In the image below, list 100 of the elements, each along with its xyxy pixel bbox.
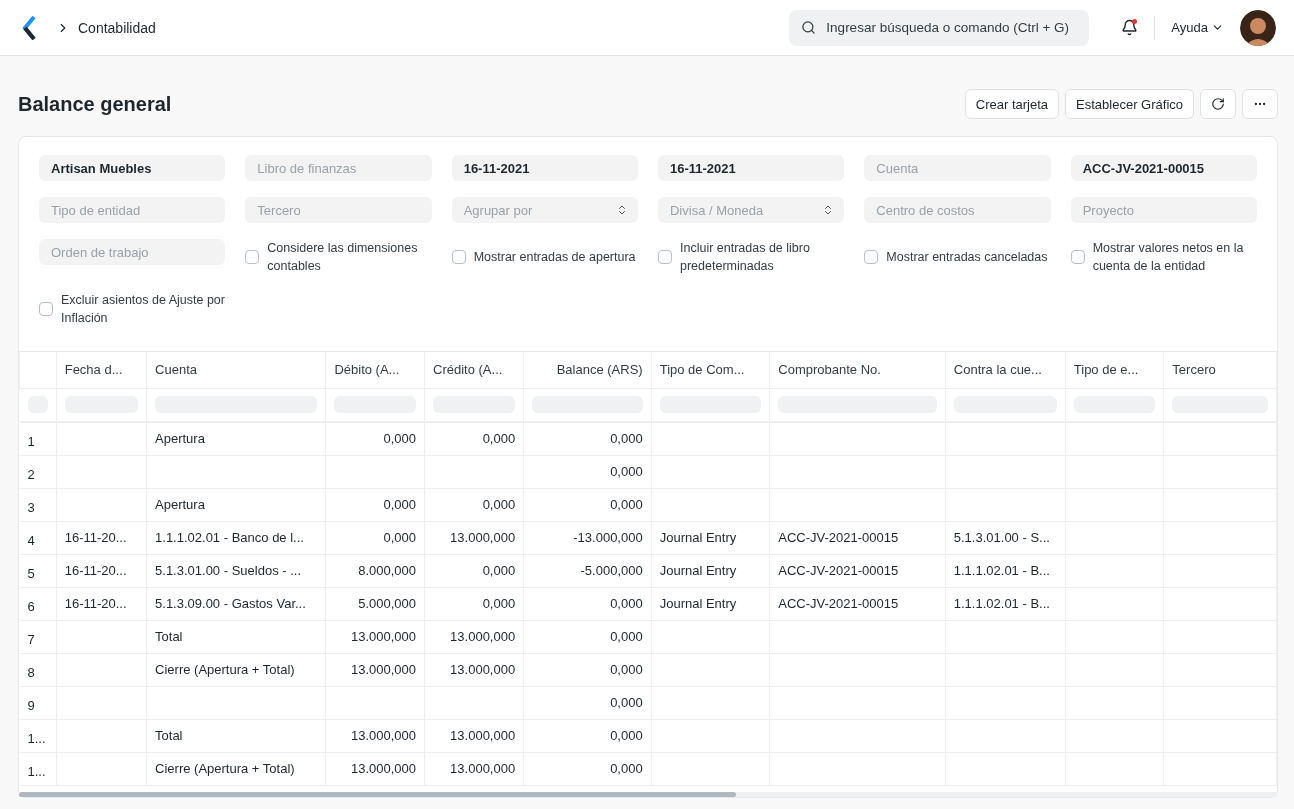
search-field[interactable]: Ingresar búsqueda o comando (Ctrl + G) <box>789 9 1090 46</box>
breadcrumb-link[interactable]: Contabilidad <box>78 19 156 36</box>
input-field[interactable]: Orden de trabajo <box>39 239 226 265</box>
checkbox-label: Considere las dimensiones contables <box>267 240 419 275</box>
table-cell: 0,000 <box>424 488 524 521</box>
column-header[interactable]: Fecha d... <box>56 352 147 388</box>
input-field[interactable]: Artisan Muebles <box>39 155 226 181</box>
row-number: 1... <box>19 752 57 785</box>
table-cell: 1.1.1.02.01 - B... <box>945 587 1066 620</box>
row-number: 7 <box>19 620 57 653</box>
row-number: 4 <box>19 521 57 554</box>
table-cell: 13.000,000 <box>424 752 524 785</box>
table-cell: 5.000,000 <box>325 587 425 620</box>
table-cell: 16-11-20... <box>56 587 147 620</box>
input-field[interactable]: 16-11-2021 <box>658 155 845 181</box>
checkbox[interactable] <box>864 250 879 264</box>
input-field[interactable]: Centro de costos <box>864 197 1051 223</box>
table-cell: 0,000 <box>523 752 652 785</box>
table-cell: ACC-JV-2021-00015 <box>769 587 946 620</box>
table-cell: 0,000 <box>523 488 652 521</box>
table-cell: 13.000,000 <box>424 719 524 752</box>
checkbox-option[interactable]: Mostrar entradas de apertura <box>451 239 638 275</box>
table-cell: 0,000 <box>523 653 652 686</box>
checkbox-option[interactable]: Mostrar entradas canceladas <box>864 239 1051 275</box>
row-number: 9 <box>19 686 57 719</box>
table-cell: -5.000,000 <box>523 554 652 587</box>
table-cell: 13.000,000 <box>424 521 524 554</box>
row-number: 1... <box>19 719 57 752</box>
help-menu[interactable]: Ayuda <box>1171 20 1224 35</box>
checkbox-option[interactable]: Considere las dimensiones contables <box>245 239 432 275</box>
row-number: 2 <box>19 455 57 488</box>
checkbox-option[interactable]: Mostrar valores netos en la cuenta de la entidad <box>1070 239 1257 275</box>
refresh-button[interactable] <box>1200 89 1236 119</box>
search-icon <box>801 20 817 35</box>
logo-icon[interactable] <box>22 15 36 40</box>
row-number: 5 <box>19 554 57 587</box>
table-cell: 13.000,000 <box>325 653 425 686</box>
table-cell: 13.000,000 <box>325 752 425 785</box>
column-header[interactable]: Crédito (A... <box>424 352 524 388</box>
refresh-icon <box>1211 97 1225 111</box>
table-cell: 0,000 <box>424 422 524 455</box>
table-cell: 0,000 <box>424 554 524 587</box>
table-cell: 0,000 <box>523 587 652 620</box>
checkbox-option[interactable]: Incluir entradas de libro predeterminadas <box>658 239 845 275</box>
input-field[interactable]: Proyecto <box>1070 197 1257 223</box>
table-cell: Total <box>146 620 326 653</box>
table-cell: Apertura <box>146 488 326 521</box>
column-header[interactable]: Tercero <box>1163 352 1277 388</box>
table-cell: 8.000,000 <box>325 554 425 587</box>
table-cell: Cierre (Apertura + Total) <box>146 752 326 785</box>
input-field[interactable]: Tercero <box>245 197 432 223</box>
table-cell: 0,000 <box>523 686 652 719</box>
table-cell: 5.1.3.01.00 - S... <box>945 521 1066 554</box>
column-header[interactable]: Tipo de e... <box>1065 352 1164 388</box>
checkbox-label: Mostrar entradas de apertura <box>473 249 636 266</box>
input-field[interactable]: Cuenta <box>864 155 1051 181</box>
table-cell: Total <box>146 719 326 752</box>
input-field[interactable]: ACC-JV-2021-00015 <box>1070 155 1257 181</box>
column-header[interactable]: Comprobante No. <box>769 352 946 388</box>
scrollbar[interactable] <box>19 792 1277 797</box>
checkbox[interactable] <box>658 250 672 264</box>
table-cell: ACC-JV-2021-00015 <box>769 521 946 554</box>
checkbox[interactable] <box>245 250 260 264</box>
checkbox-label: Mostrar entradas canceladas <box>886 249 1048 266</box>
table-cell: 16-11-20... <box>56 521 147 554</box>
table-cell: 1.1.1.02.01 - Banco de l... <box>146 521 326 554</box>
checkbox[interactable] <box>451 250 466 264</box>
table-cell: 1.1.1.02.01 - B... <box>945 554 1066 587</box>
input-field[interactable]: Libro de finanzas <box>245 155 432 181</box>
table-cell: 13.000,000 <box>424 653 524 686</box>
table-cell: Cierre (Apertura + Total) <box>146 653 326 686</box>
row-number: 1 <box>19 422 57 455</box>
table-cell: ACC-JV-2021-00015 <box>769 554 946 587</box>
more-button[interactable] <box>1242 89 1278 119</box>
table-cell: Apertura <box>146 422 326 455</box>
checkbox[interactable] <box>39 302 53 316</box>
input-field[interactable]: 16-11-2021 <box>451 155 638 181</box>
table-cell: 16-11-20... <box>56 554 147 587</box>
table-cell: 5.1.3.09.00 - Gastos Var... <box>146 587 326 620</box>
row-number: 8 <box>19 653 57 686</box>
table-cell: 0,000 <box>424 587 524 620</box>
action-button[interactable]: Establecer Gráfico <box>1065 89 1194 119</box>
input-field[interactable]: Tipo de entidad <box>39 197 226 223</box>
table-cell: Journal Entry <box>651 554 770 587</box>
table-cell: 13.000,000 <box>325 719 425 752</box>
checkbox-label: Incluir entradas de libro predeterminadas <box>680 240 811 275</box>
checkbox[interactable] <box>1070 250 1085 264</box>
action-button[interactable]: Crear tarjeta <box>964 89 1060 119</box>
row-number: 6 <box>19 587 57 620</box>
column-header[interactable]: Contra la cue... <box>945 352 1066 388</box>
table-cell: 0,000 <box>325 521 425 554</box>
table-cell: 0,000 <box>523 719 652 752</box>
table-cell: 0,000 <box>325 488 425 521</box>
column-header[interactable]: Débito (A... <box>325 352 425 388</box>
table-cell: 5.1.3.01.00 - Sueldos - ... <box>146 554 326 587</box>
column-header[interactable]: Balance (ARS) <box>523 352 652 388</box>
avatar[interactable] <box>1240 9 1276 46</box>
column-header[interactable]: Cuenta <box>146 352 326 388</box>
bell-icon[interactable] <box>1121 19 1139 36</box>
column-header[interactable]: Tipo de Com... <box>651 352 770 388</box>
